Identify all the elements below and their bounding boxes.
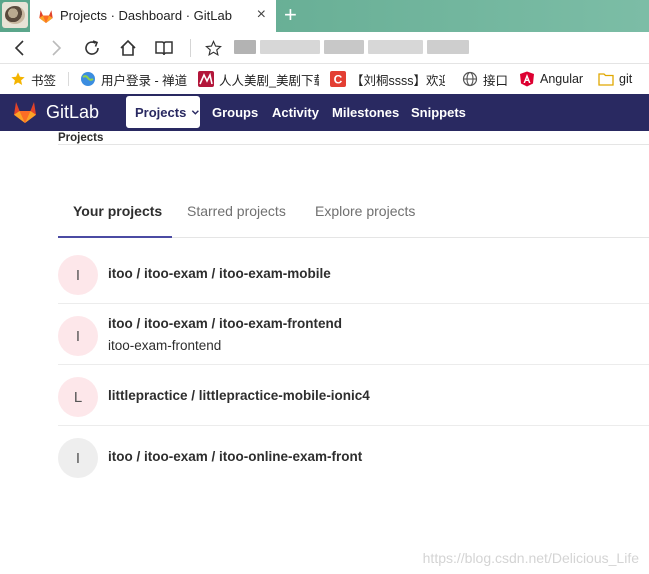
project-row[interactable]: I itoo / itoo-exam / itoo-exam-frontend … [58,304,649,365]
nav-projects-label: Projects [135,104,187,120]
project-row[interactable]: L littlepractice / littlepractice-mobile… [58,365,649,426]
bookmark-item[interactable]: 用户登录 - 禅道 [80,71,187,88]
blog-watermark: https://blog.csdn.net/Delicious_Life [422,550,639,566]
gitlab-top-navbar: GitLab Projects Groups Activity Mileston… [0,94,649,131]
bookmark-item[interactable]: 人人美剧_美剧下载 [198,71,319,88]
nav-groups[interactable]: Groups [212,105,258,120]
breadcrumb-divider [58,144,649,145]
tab-your-projects[interactable]: Your projects [73,203,162,219]
bookmark-item[interactable]: 接口 [462,71,508,88]
reader-book-icon[interactable] [152,36,176,60]
bookmark-item[interactable]: C 【刘桐ssss】欢迎 [330,71,445,88]
project-row[interactable]: I itoo / itoo-exam / itoo-online-exam-fr… [58,426,649,487]
nav-activity[interactable]: Activity [272,105,319,120]
browser-profile-avatar[interactable] [2,2,28,28]
bookmark-star-icon[interactable] [201,36,225,60]
csdn-icon: C [330,71,346,87]
browser-tab-strip: Projects · Dashboard · GitLab × + [0,0,649,32]
url-input-obscured[interactable] [234,40,469,54]
bookmark-separator [68,72,69,86]
gitlab-logo-icon[interactable] [12,100,38,124]
bookmark-item[interactable]: 书签 [10,71,56,88]
star-icon [11,72,25,85]
bookmark-item[interactable]: git [598,71,632,87]
angular-icon [520,71,534,87]
project-avatar[interactable]: I [58,316,98,356]
rr-icon [198,71,214,87]
bookmarks-bar: 书签 用户登录 - 禅道 人人美剧_美剧下载 C 【刘桐ssss】欢迎 接口 A… [0,64,649,94]
nav-milestones[interactable]: Milestones [332,105,399,120]
back-icon[interactable] [8,36,32,60]
svg-text:C: C [334,73,343,87]
tab-explore-projects[interactable]: Explore projects [315,203,415,219]
project-avatar[interactable]: I [58,438,98,478]
bookmark-item[interactable]: Angular [519,71,583,87]
project-name-link[interactable]: itoo / itoo-exam / itoo-online-exam-fron… [108,449,362,464]
chevron-down-icon [192,109,200,115]
tab-starred-projects[interactable]: Starred projects [187,203,286,219]
globe-icon [462,71,478,87]
new-tab-icon[interactable]: + [284,3,297,27]
nav-projects-dropdown[interactable]: Projects [126,96,200,128]
project-avatar[interactable]: I [58,255,98,295]
browser-address-bar [0,32,649,64]
project-tabs: Your projects Starred projects Explore p… [58,188,649,238]
project-name-link[interactable]: itoo / itoo-exam / itoo-exam-mobile [108,266,331,281]
project-list: I itoo / itoo-exam / itoo-exam-mobile I … [58,243,649,487]
project-name-link[interactable]: itoo / itoo-exam / itoo-exam-frontend [108,316,342,331]
breadcrumb[interactable]: Projects [58,132,103,144]
globe-icon [81,72,95,86]
project-row[interactable]: I itoo / itoo-exam / itoo-exam-mobile [58,243,649,304]
folder-icon [598,73,614,86]
gitlab-brand-name[interactable]: GitLab [46,102,99,123]
active-tab-indicator [58,236,172,238]
project-description: itoo-exam-frontend [108,338,222,353]
project-name-link[interactable]: littlepractice / littlepractice-mobile-i… [108,388,370,403]
browser-tab-title: Projects · Dashboard · GitLab [60,8,232,23]
gitlab-favicon-icon [39,10,53,23]
close-tab-icon[interactable]: × [257,6,266,24]
nav-snippets[interactable]: Snippets [411,105,466,120]
browser-tab-active[interactable]: Projects · Dashboard · GitLab × [30,0,276,32]
project-avatar[interactable]: L [58,377,98,417]
forward-icon[interactable] [44,36,68,60]
address-separator [190,39,191,57]
reload-icon[interactable] [80,36,104,60]
home-icon[interactable] [116,36,140,60]
